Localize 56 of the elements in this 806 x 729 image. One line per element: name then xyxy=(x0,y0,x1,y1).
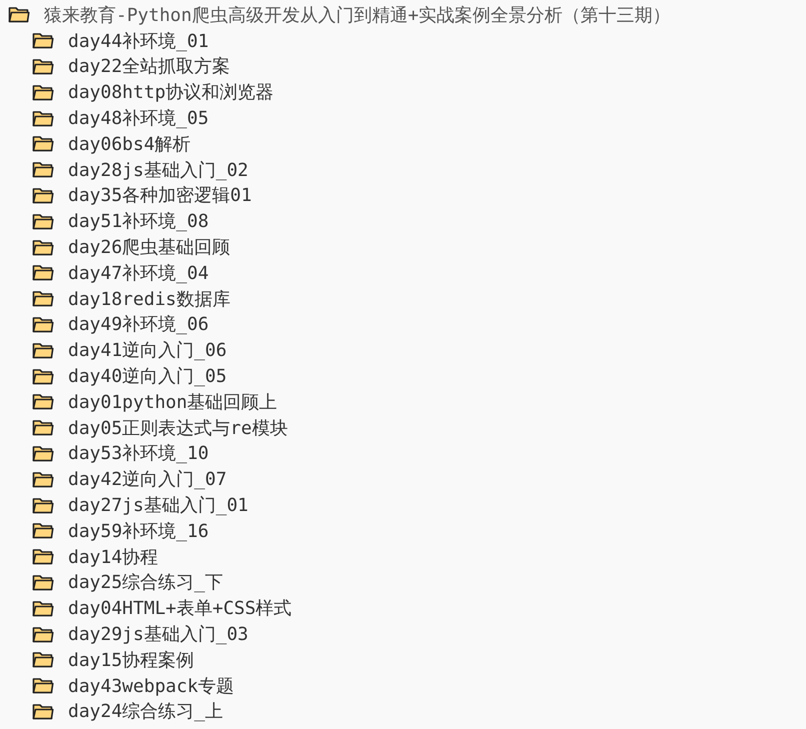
folder-icon xyxy=(32,419,54,436)
folder-icon xyxy=(32,470,54,488)
folder-name[interactable]: day08http协议和浏览器 xyxy=(68,80,274,104)
folder-name[interactable]: day29js基础入门_03 xyxy=(68,622,248,646)
folder-icon xyxy=(32,161,54,178)
folder-name[interactable]: day01python基础回顾上 xyxy=(68,390,278,414)
folder-name[interactable]: day53补环境_10 xyxy=(68,441,209,466)
folder-icon xyxy=(32,522,54,540)
folder-icon xyxy=(32,600,54,617)
folder-name[interactable]: day15协程案例 xyxy=(68,648,194,672)
folder-name[interactable]: day43webpack专题 xyxy=(68,674,234,698)
folder-name[interactable]: day51补环境_08 xyxy=(68,209,209,234)
folder-icon xyxy=(32,110,54,127)
folder-name[interactable]: day25综合练习_下 xyxy=(68,570,224,594)
folder-name[interactable]: day28js基础入门_02 xyxy=(68,158,248,182)
folder-name[interactable]: 猿来教育-Python爬虫高级开发从入门到精通+实战案例全景分析（第十三期） xyxy=(44,2,671,27)
folder-name[interactable]: day44补环境_01 xyxy=(68,28,209,53)
folder-icon xyxy=(32,702,54,720)
folder-icon xyxy=(32,316,54,333)
folder-name[interactable]: day35各种加密逻辑01 xyxy=(68,183,252,208)
folder-icon xyxy=(32,393,54,410)
folder-name[interactable]: day49补环境_06 xyxy=(68,312,209,336)
folder-icon xyxy=(32,84,54,101)
folder-icon xyxy=(32,32,54,50)
folder-name[interactable]: day04HTML+表单+CSS样式 xyxy=(68,596,292,620)
folder-icon xyxy=(32,626,54,643)
folder-icon xyxy=(32,368,54,385)
folder-name[interactable]: day18redis数据库 xyxy=(68,286,230,311)
folder-icon xyxy=(32,574,54,591)
folder-name[interactable]: day06bs4解析 xyxy=(68,132,191,156)
folder-name[interactable]: day40逆向入门_05 xyxy=(68,364,227,388)
folder-icon xyxy=(32,496,54,514)
folder-icon xyxy=(8,6,30,24)
folder-icon xyxy=(32,135,54,152)
folder-name[interactable]: day24综合练习_上 xyxy=(68,699,224,724)
folder-icon xyxy=(32,548,54,566)
folder-icon xyxy=(32,677,54,694)
folder-name[interactable]: day41逆向入门_06 xyxy=(68,338,227,362)
folder-icon xyxy=(32,264,54,282)
folder-name[interactable]: day26爬虫基础回顾 xyxy=(68,235,230,260)
folder-icon xyxy=(32,444,54,462)
folder-name[interactable]: day14协程 xyxy=(68,544,158,569)
folder-name[interactable]: day48补环境_05 xyxy=(68,106,209,130)
folder-icon xyxy=(32,651,54,668)
folder-icon xyxy=(32,290,54,308)
folder-icon xyxy=(32,58,54,75)
folder-icon xyxy=(32,212,54,230)
folder-name[interactable]: day22全站抓取方案 xyxy=(68,54,230,78)
folder-name[interactable]: day59补环境_16 xyxy=(68,518,209,543)
folder-icon xyxy=(32,238,54,256)
folder-icon xyxy=(32,186,54,204)
folder-name[interactable]: day27js基础入门_01 xyxy=(68,493,248,518)
folder-name[interactable]: day47补环境_04 xyxy=(68,260,209,285)
folder-icon xyxy=(32,342,54,359)
folder-name[interactable]: day05正则表达式与re模块 xyxy=(68,416,288,440)
folder-name[interactable]: day42逆向入门_07 xyxy=(68,467,227,492)
